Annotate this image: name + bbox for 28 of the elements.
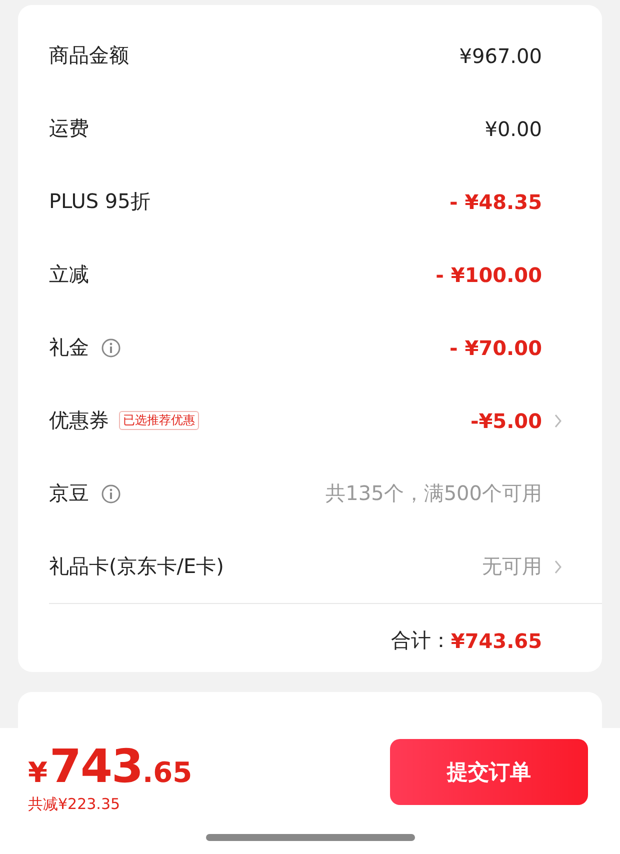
info-icon[interactable] xyxy=(101,484,121,504)
row-value: 共135个，满500个可用 xyxy=(326,480,542,507)
row-label: 立减 xyxy=(49,261,89,288)
row-label: 礼金 xyxy=(49,334,89,361)
row-value: 无可用 xyxy=(482,553,542,580)
row-value: ¥0.00 xyxy=(484,116,542,140)
row-label: 运费 xyxy=(49,115,89,142)
row-value: - ¥70.00 xyxy=(450,336,542,360)
row-label: PLUS 95折 xyxy=(49,188,150,215)
row-value: ¥967.00 xyxy=(459,44,542,68)
currency-symbol: ¥ xyxy=(28,759,48,787)
price-decimal: .65 xyxy=(142,759,192,787)
info-icon[interactable] xyxy=(101,338,121,358)
submit-order-button[interactable]: 提交订单 xyxy=(390,739,588,805)
savings-text: 共减¥223.35 xyxy=(28,795,122,814)
row-value: - ¥100.00 xyxy=(436,262,542,286)
row-label: 商品金额 xyxy=(49,42,129,69)
row-value: -¥5.00 xyxy=(470,408,542,432)
row-value: - ¥48.35 xyxy=(450,190,542,214)
row-label: 优惠券 xyxy=(49,407,109,434)
row-label: 京豆 xyxy=(49,480,89,507)
total-label: 合计： xyxy=(390,627,451,654)
total-value: ¥743.65 xyxy=(450,628,542,652)
chevron-icon[interactable] xyxy=(554,558,562,574)
coupon-tag: 已选推荐优惠 xyxy=(119,411,199,430)
row-label: 礼品卡(京东卡/E卡) xyxy=(49,553,224,580)
chevron-icon[interactable] xyxy=(554,412,562,428)
price-integer: 743 xyxy=(49,743,143,789)
